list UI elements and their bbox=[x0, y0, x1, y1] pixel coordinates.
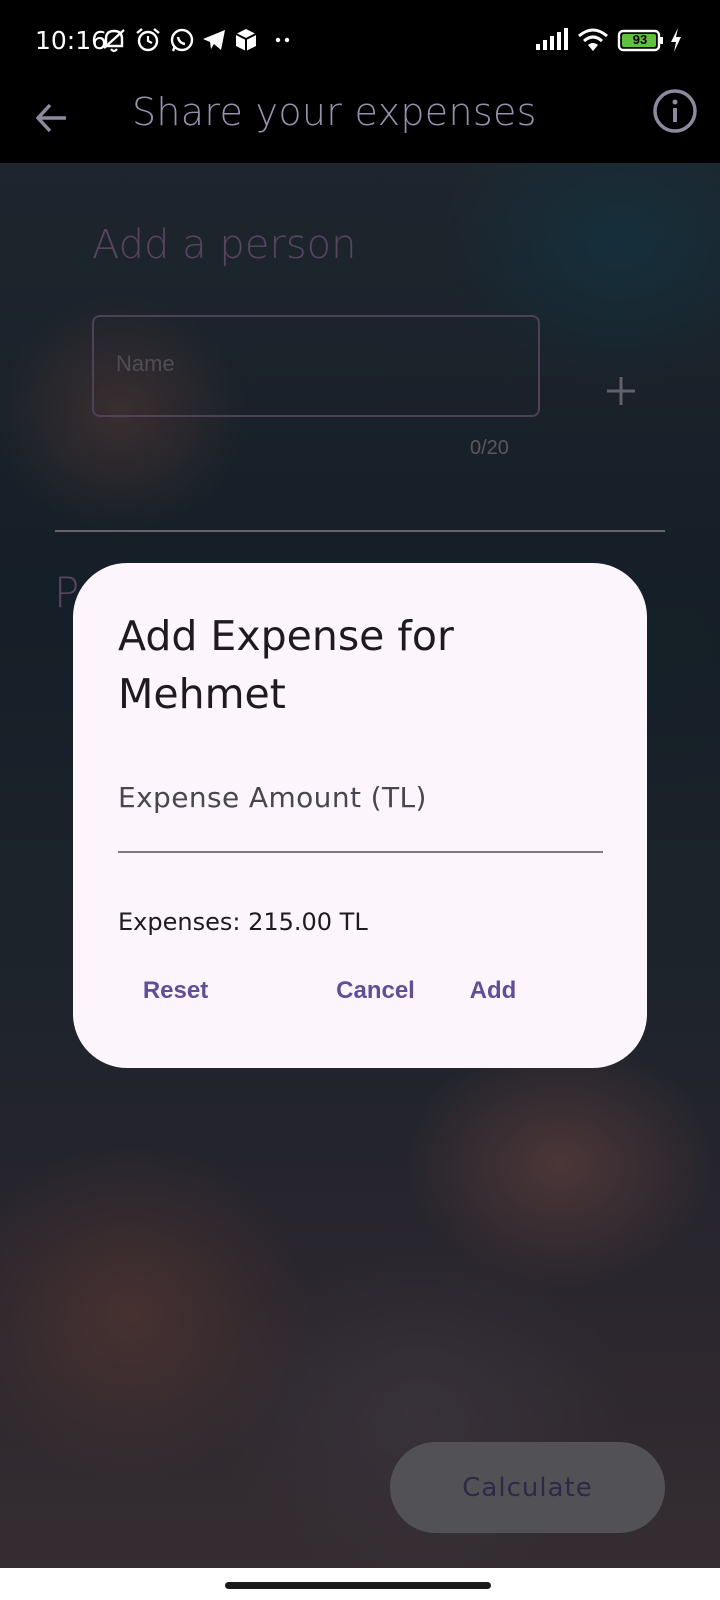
expenses-total: Expenses: 215.00 TL bbox=[118, 908, 368, 936]
whatsapp-icon bbox=[170, 28, 194, 52]
navigation-bar bbox=[0, 1568, 720, 1600]
name-character-counter: 0/20 bbox=[470, 437, 509, 459]
name-placeholder: Name bbox=[116, 351, 175, 376]
dialog-title: Add Expense for Mehmet bbox=[118, 612, 454, 718]
calculate-button[interactable]: Calculate bbox=[390, 1442, 665, 1533]
signal-icon bbox=[536, 28, 568, 50]
app-bar: Share your expenses bbox=[0, 80, 720, 163]
section-divider bbox=[55, 530, 665, 532]
more-dots-icon bbox=[275, 37, 290, 43]
expense-amount-input[interactable]: Expense Amount (TL) bbox=[118, 779, 603, 853]
arrow-back-icon bbox=[35, 103, 66, 133]
expense-amount-placeholder: Expense Amount (TL) bbox=[118, 781, 427, 814]
add-expense-dialog: Add Expense for Mehmet Expense Amount (T… bbox=[73, 563, 647, 1068]
add-button[interactable]: Add bbox=[443, 963, 543, 1019]
add-person-heading: Add a person bbox=[92, 222, 357, 268]
back-button[interactable] bbox=[30, 96, 74, 140]
add-person-button[interactable] bbox=[603, 373, 639, 409]
bell-off-icon bbox=[103, 29, 125, 53]
charging-icon bbox=[671, 28, 681, 52]
telegram-icon bbox=[203, 30, 225, 50]
home-indicator[interactable] bbox=[225, 1582, 491, 1589]
name-input[interactable]: Name bbox=[92, 315, 540, 417]
status-bar: 10:16 93 bbox=[0, 0, 720, 80]
wifi-icon bbox=[578, 28, 608, 51]
info-icon bbox=[653, 89, 697, 133]
status-time: 10:16 bbox=[35, 26, 108, 55]
page-title: Share your expenses bbox=[132, 90, 537, 134]
info-button[interactable] bbox=[650, 86, 700, 136]
battery-level: 93 bbox=[632, 32, 648, 47]
cancel-button[interactable]: Cancel bbox=[313, 963, 438, 1019]
box-icon bbox=[235, 29, 257, 51]
plus-icon bbox=[607, 377, 635, 405]
screen: Add a person Name 0/20 P Calculate 10:16 bbox=[0, 0, 720, 1600]
reset-button[interactable]: Reset bbox=[118, 963, 233, 1019]
alarm-icon bbox=[136, 28, 160, 52]
